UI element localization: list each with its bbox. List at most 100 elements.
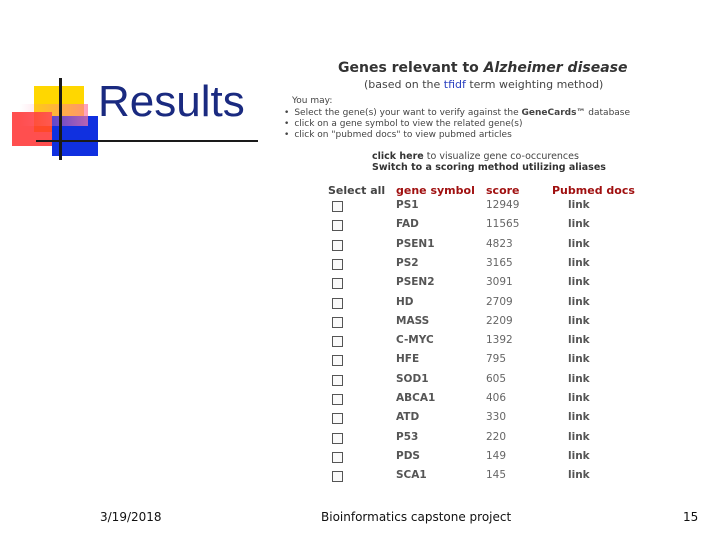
footer-title: Bioinformatics capstone project: [321, 510, 512, 524]
panel-heading: Genes relevant to Alzheimer disease: [338, 60, 627, 76]
table-row: P53 220 link: [280, 430, 660, 449]
gene-score: 1392: [486, 334, 513, 347]
footer-date: 3/19/2018: [100, 510, 162, 524]
table-row: PS2 3165 link: [280, 256, 660, 275]
pubmed-link[interactable]: link: [568, 450, 590, 462]
gene-symbol-link[interactable]: MASS: [396, 315, 429, 327]
gene-symbol-link[interactable]: FAD: [396, 218, 419, 230]
pubmed-link[interactable]: link: [568, 276, 590, 288]
table-row: MASS 2209 link: [280, 314, 660, 333]
gene-symbol-link[interactable]: HD: [396, 296, 414, 308]
gene-score: 3165: [486, 256, 513, 269]
visualize-text: to visualize gene co-occurences: [423, 151, 579, 162]
gene-checkbox[interactable]: [332, 374, 343, 386]
gene-score: 2709: [486, 295, 513, 308]
pubmed-link[interactable]: link: [568, 411, 590, 423]
gene-symbol-link[interactable]: ATD: [396, 411, 419, 423]
gene-symbol-link[interactable]: PS2: [396, 257, 419, 269]
table-row: SCA1 145 link: [280, 468, 660, 487]
gene-symbol-link[interactable]: ABCA1: [396, 392, 435, 404]
gene-symbol-link[interactable]: P53: [396, 431, 418, 443]
pubmed-link[interactable]: link: [568, 469, 590, 481]
table-row: PDS 149 link: [280, 449, 660, 468]
gene-checkbox[interactable]: [332, 220, 343, 232]
pubmed-link[interactable]: link: [568, 431, 590, 443]
gene-score: 330: [486, 411, 507, 424]
gene-symbol-link[interactable]: SCA1: [396, 469, 427, 481]
you-may-label: You may:: [292, 96, 333, 106]
gene-checkbox[interactable]: [332, 316, 343, 328]
pubmed-link[interactable]: link: [568, 218, 590, 230]
results-screenshot-panel: Genes relevant to Alzheimer disease (bas…: [280, 56, 660, 486]
gene-checkbox[interactable]: [332, 297, 343, 309]
gene-symbol-link[interactable]: PS1: [396, 199, 419, 211]
gene-score: 145: [486, 469, 507, 482]
table-row: PSEN1 4823 link: [280, 237, 660, 256]
logo-pink-gradient: [20, 104, 88, 126]
pubmed-link[interactable]: link: [568, 257, 590, 269]
gene-score: 12949: [486, 199, 520, 211]
slide-title: Results: [98, 77, 245, 126]
pubmed-link[interactable]: link: [568, 373, 590, 385]
table-row: PSEN2 3091 link: [280, 275, 660, 294]
gene-symbol-link[interactable]: PDS: [396, 450, 420, 462]
sub-prefix: (based on the: [364, 78, 444, 91]
gene-checkbox[interactable]: [332, 394, 343, 405]
gene-score: 406: [486, 392, 507, 404]
gene-score: 605: [486, 372, 507, 385]
gene-checkbox[interactable]: [332, 432, 343, 444]
pubmed-link[interactable]: link: [568, 334, 590, 346]
heading-prefix: Genes relevant to: [338, 60, 484, 76]
gene-checkbox[interactable]: [332, 278, 343, 290]
instruction-list: Select the gene(s) your want to verify a…: [284, 108, 630, 141]
title-vertical-rule: [59, 78, 62, 160]
table-row: C-MYC 1392 link: [280, 333, 660, 352]
gene-checkbox[interactable]: [332, 258, 343, 270]
pubmed-link[interactable]: link: [568, 353, 590, 365]
table-row: HD 2709 link: [280, 295, 660, 314]
visualize-line: click here to visualize gene co-occurenc…: [372, 151, 579, 162]
gene-checkbox[interactable]: [332, 471, 343, 483]
table-row: ABCA1 406 link: [280, 391, 660, 410]
heading-disease: Alzheimer disease: [483, 60, 628, 76]
gene-score: 2209: [486, 314, 513, 327]
gene-checkbox[interactable]: [332, 201, 343, 212]
pubmed-link[interactable]: link: [568, 199, 590, 211]
gene-checkbox[interactable]: [332, 239, 343, 251]
instruction-item: click on a gene symbol to view the relat…: [284, 119, 630, 130]
instruction-item: Select the gene(s) your want to verify a…: [284, 108, 630, 119]
footer-page-number: 15: [683, 510, 699, 524]
gene-symbol-link[interactable]: HFE: [396, 353, 419, 365]
pubmed-link[interactable]: link: [568, 296, 590, 308]
gene-symbol-link[interactable]: SOD1: [396, 373, 429, 385]
gene-checkbox[interactable]: [332, 451, 343, 463]
pubmed-link[interactable]: link: [568, 392, 590, 404]
table-row: HFE 795 link: [280, 352, 660, 371]
table-row: ATD 330 link: [280, 410, 660, 429]
gene-symbol-link[interactable]: C-MYC: [396, 334, 434, 346]
pubmed-link[interactable]: link: [568, 315, 590, 327]
gene-score: 149: [486, 449, 507, 462]
gene-score: 11565: [486, 218, 520, 231]
gene-checkbox[interactable]: [332, 355, 343, 367]
sub-suffix: term weighting method): [465, 78, 604, 91]
gene-score: 4823: [486, 237, 513, 250]
instruction-text: click on a gene symbol to view the relat…: [294, 119, 523, 129]
slide-logo: [0, 0, 110, 170]
table-row: PS1 12949 link: [280, 198, 660, 217]
gene-checkbox[interactable]: [332, 413, 343, 425]
gene-symbol-link[interactable]: PSEN2: [396, 276, 435, 288]
gene-symbol-header: gene symbol: [396, 184, 475, 197]
select-all-header[interactable]: Select all: [328, 184, 385, 197]
gene-score: 3091: [486, 276, 513, 289]
gene-symbol-link[interactable]: PSEN1: [396, 238, 435, 250]
table-row: FAD 11565 link: [280, 217, 660, 236]
panel-subheading: (based on the tfidf term weighting metho…: [364, 78, 603, 91]
gene-checkbox[interactable]: [332, 336, 343, 348]
pubmed-link[interactable]: link: [568, 238, 590, 250]
genecards-name: GeneCards™: [521, 108, 586, 118]
tfidf-link[interactable]: tfidf: [444, 78, 466, 91]
instruction-text: Select the gene(s) your want to verify a…: [294, 108, 522, 118]
switch-scoring-link[interactable]: Switch to a scoring method utilizing ali…: [372, 162, 606, 173]
click-here-link[interactable]: click here: [372, 151, 424, 162]
